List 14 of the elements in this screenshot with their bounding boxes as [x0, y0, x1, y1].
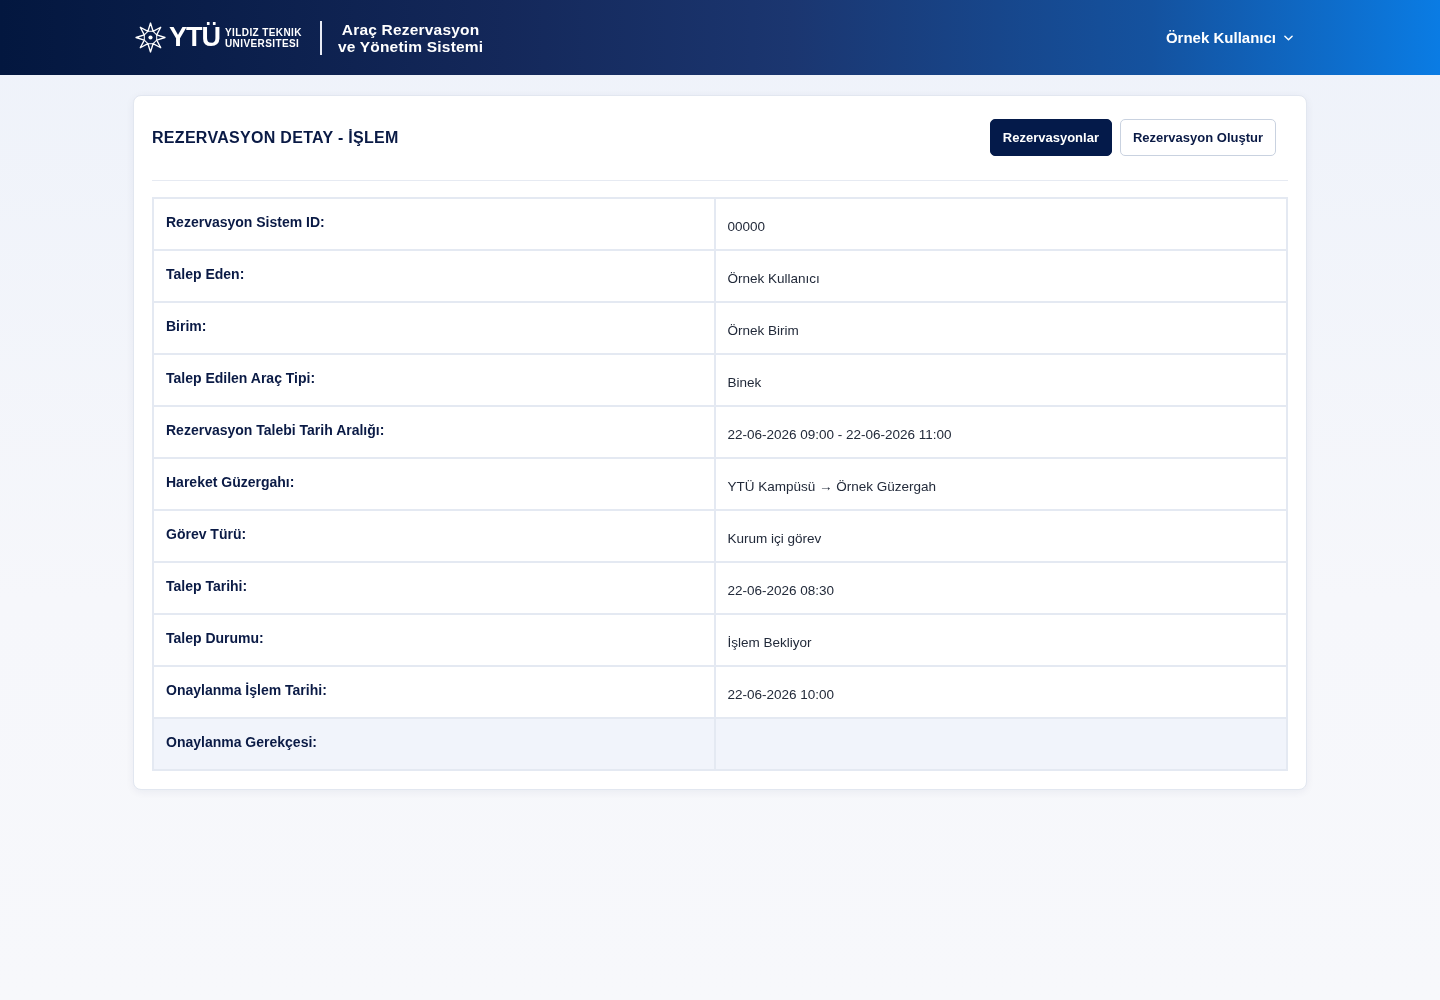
card-title: REZERVASYON DETAY - İŞLEM	[152, 128, 399, 147]
star-logo-icon	[135, 22, 166, 53]
chevron-down-icon	[1284, 34, 1293, 41]
label-cell: Onaylanma Gerekçesi:	[153, 718, 716, 770]
university-name-line: UNIVERSITESI	[225, 37, 301, 49]
label-cell: Rezervasyon Sistem ID:	[153, 198, 716, 250]
app-title-line: Araç Rezervasyon	[341, 20, 480, 38]
reservations-button[interactable]: Rezervasyonlar	[989, 119, 1112, 156]
value-cell: 00000	[715, 198, 1287, 250]
create-reservation-button[interactable]: Rezervasyon Oluştur	[1119, 119, 1276, 156]
logo-wordmark: YTÜ	[169, 24, 220, 51]
university-name-line: YILDIZ TEKNIK	[225, 26, 302, 38]
user-menu-button[interactable]: Örnek Kullanıcı	[1165, 25, 1293, 50]
app-title-line: ve Yönetim Sistemi	[337, 37, 484, 55]
